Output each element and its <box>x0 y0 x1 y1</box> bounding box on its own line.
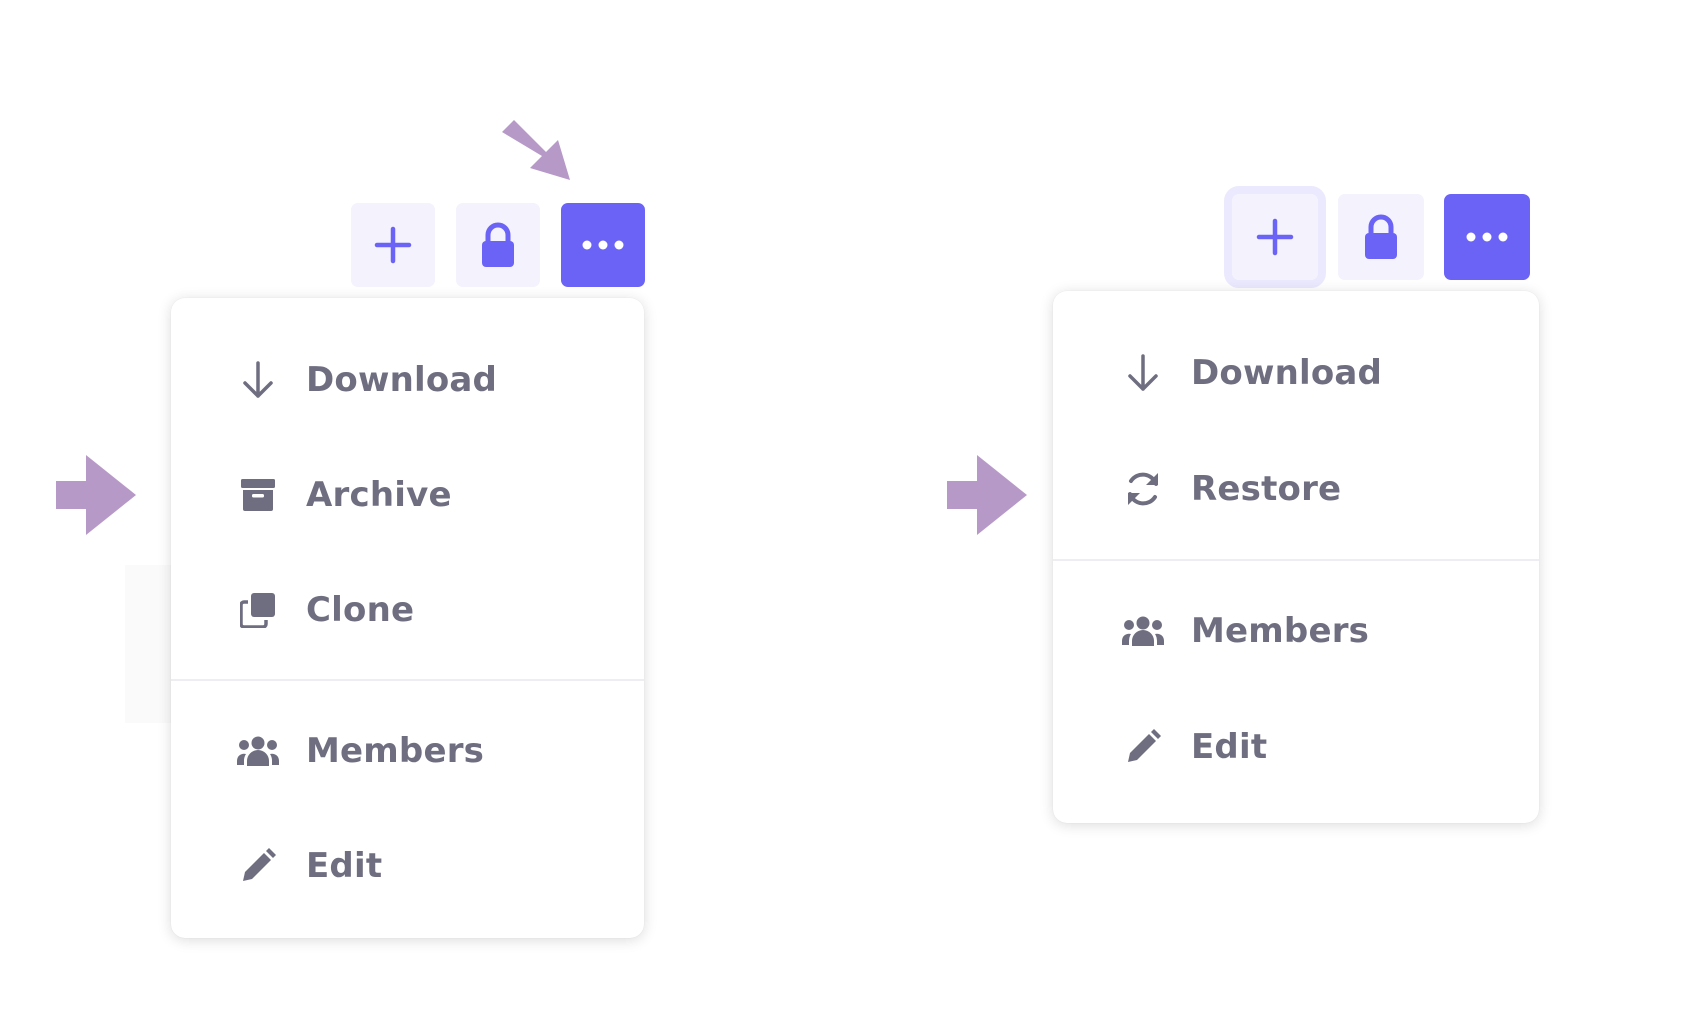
pencil-icon <box>1119 723 1167 771</box>
lock-icon <box>1365 214 1397 259</box>
lock-button[interactable] <box>1338 194 1424 280</box>
plus-icon <box>374 226 412 264</box>
menu-item-download[interactable]: Download <box>171 322 644 437</box>
pointer-arrow-down-right-icon <box>502 120 570 180</box>
options-menu: Download Restore Members Edit <box>1053 291 1539 823</box>
more-options-button[interactable] <box>561 203 645 287</box>
menu-item-clone[interactable]: Clone <box>171 552 644 667</box>
menu-item-label: Clone <box>306 589 415 630</box>
clone-icon <box>234 586 282 634</box>
lock-icon <box>482 222 514 267</box>
options-menu: Download Archive Clone Members Edit <box>171 298 644 938</box>
pencil-icon <box>234 842 282 890</box>
toolbar <box>1224 186 1530 288</box>
download-icon <box>234 356 282 404</box>
menu-item-label: Members <box>306 730 485 771</box>
pointer-arrow-right-icon <box>947 455 1027 535</box>
menu-divider <box>1053 559 1539 561</box>
toolbar <box>351 203 645 287</box>
menu-item-label: Members <box>1191 611 1370 651</box>
menu-item-label: Edit <box>1191 727 1268 767</box>
members-icon <box>234 727 282 775</box>
archive-icon <box>234 471 282 519</box>
menu-item-restore[interactable]: Restore <box>1053 431 1539 547</box>
members-icon <box>1119 607 1167 655</box>
add-button[interactable] <box>1224 186 1326 288</box>
menu-item-members[interactable]: Members <box>171 693 644 808</box>
menu-item-label: Download <box>1191 353 1383 393</box>
panel-after: Download Restore Members Edit <box>850 0 1700 1028</box>
menu-item-label: Download <box>306 359 498 400</box>
menu-item-archive[interactable]: Archive <box>171 437 644 552</box>
more-options-button[interactable] <box>1444 194 1530 280</box>
menu-item-label: Edit <box>306 845 383 886</box>
restore-icon <box>1119 465 1167 513</box>
menu-item-edit[interactable]: Edit <box>1053 689 1539 805</box>
panel-before: Download Archive Clone Members Edit <box>0 0 850 1028</box>
pointer-arrow-right-icon <box>56 455 136 535</box>
menu-item-members[interactable]: Members <box>1053 573 1539 689</box>
plus-icon <box>1256 218 1294 256</box>
menu-divider <box>171 679 644 681</box>
menu-item-label: Archive <box>306 474 452 515</box>
background-card-edge <box>125 565 175 723</box>
download-icon <box>1119 349 1167 397</box>
menu-item-edit[interactable]: Edit <box>171 808 644 923</box>
menu-item-download[interactable]: Download <box>1053 315 1539 431</box>
lock-button[interactable] <box>456 203 540 287</box>
ellipsis-icon <box>582 240 624 250</box>
add-button[interactable] <box>351 203 435 287</box>
menu-item-label: Restore <box>1191 469 1342 509</box>
ellipsis-icon <box>1466 232 1508 242</box>
